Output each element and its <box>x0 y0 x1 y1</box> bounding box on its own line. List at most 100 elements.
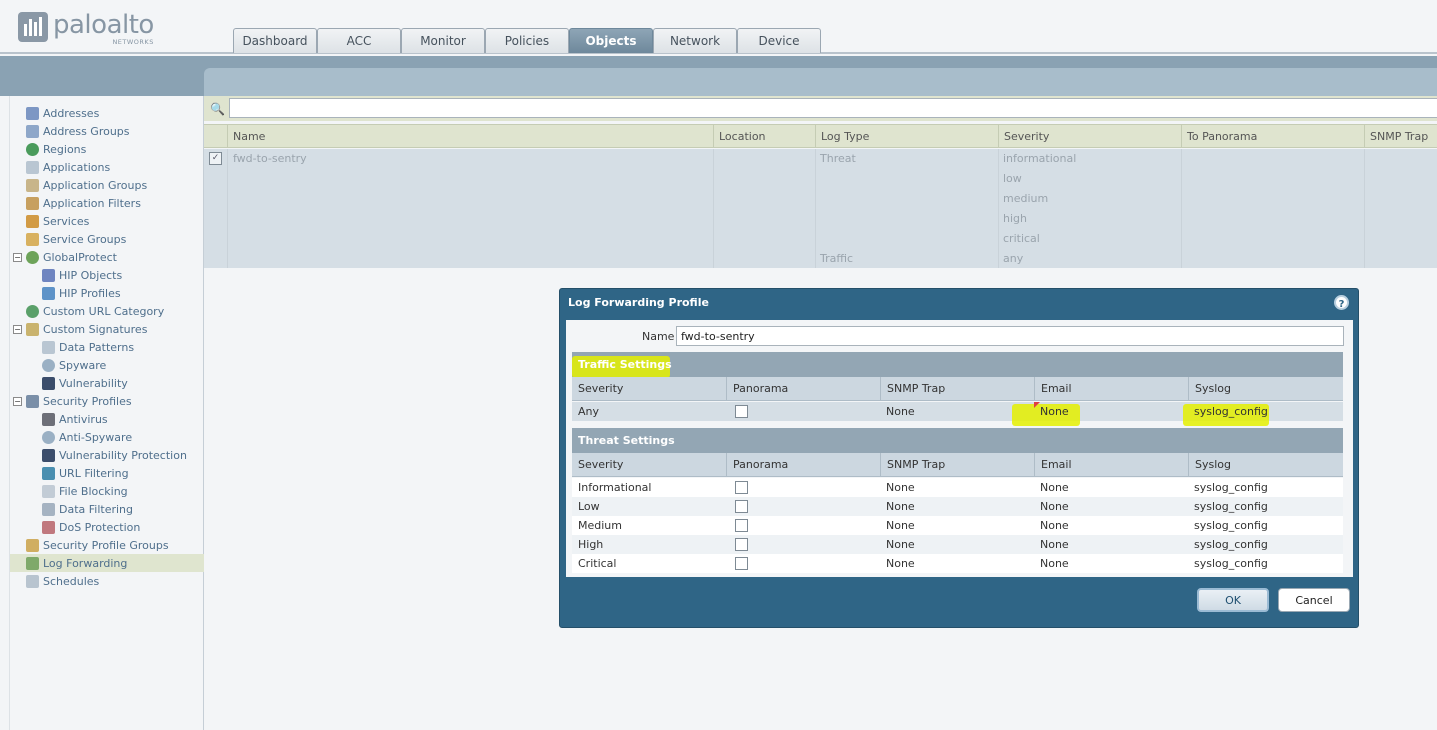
tree-item-url-filtering[interactable]: URL Filtering <box>42 464 129 482</box>
tree-item-dos-protection[interactable]: DoS Protection <box>42 518 140 536</box>
traffic-settings-header: Traffic Settings <box>572 352 1343 378</box>
tree-item-vulnerability[interactable]: Vulnerability <box>42 374 128 392</box>
signature-icon <box>26 322 39 336</box>
name-label: Name <box>642 330 675 343</box>
severity-any: any <box>1003 252 1024 265</box>
tree-item-data-patterns[interactable]: Data Patterns <box>42 338 134 356</box>
threat-row[interactable]: Low None None syslog_config <box>572 497 1343 516</box>
ok-button[interactable]: OK <box>1197 588 1269 612</box>
tree-item-antivirus[interactable]: Antivirus <box>42 410 108 428</box>
traffic-syslog-value[interactable]: syslog_config <box>1188 402 1268 421</box>
address-group-icon <box>26 124 39 138</box>
tree-item-vulnerability-protection[interactable]: Vulnerability Protection <box>42 446 187 464</box>
col-severity[interactable]: Severity <box>998 125 1181 148</box>
tab-acc[interactable]: ACC <box>317 28 401 53</box>
tree-item-application-groups[interactable]: Application Groups <box>26 176 147 194</box>
tab-network[interactable]: Network <box>653 28 737 53</box>
panorama-checkbox[interactable] <box>735 500 748 513</box>
url-category-icon <box>26 304 39 318</box>
tree-item-application-filters[interactable]: Application Filters <box>26 194 141 212</box>
tree-item-security-profile-groups[interactable]: Security Profile Groups <box>26 536 169 554</box>
collapse-toggle-security-profiles[interactable]: − <box>13 397 22 406</box>
tree-item-file-blocking[interactable]: File Blocking <box>42 482 128 500</box>
threat-row[interactable]: High None None syslog_config <box>572 535 1343 554</box>
tab-objects[interactable]: Objects <box>569 28 653 53</box>
tab-policies[interactable]: Policies <box>485 28 569 53</box>
tree-item-applications[interactable]: Applications <box>26 158 110 176</box>
header: paloalto NETWORKS Dashboard ACC Monitor … <box>0 0 1437 54</box>
panorama-checkbox[interactable] <box>735 481 748 494</box>
tab-dashboard[interactable]: Dashboard <box>233 28 317 53</box>
cancel-button[interactable]: Cancel <box>1278 588 1350 612</box>
log-type-traffic: Traffic <box>820 252 854 265</box>
tree-item-spyware[interactable]: Spyware <box>42 356 106 374</box>
threat-columns: Severity Panorama SNMP Trap Email Syslog <box>572 453 1343 477</box>
threat-row[interactable]: Informational None None syslog_config <box>572 478 1343 497</box>
service-group-icon <box>26 232 39 246</box>
collapse-toggle-custom-signatures[interactable]: − <box>13 325 22 334</box>
spyware-icon <box>42 358 55 372</box>
tree-item-custom-url-category[interactable]: Custom URL Category <box>26 302 164 320</box>
collapse-toggle-globalprotect[interactable]: − <box>13 253 22 262</box>
tree-item-regions[interactable]: Regions <box>26 140 86 158</box>
col-log-type[interactable]: Log Type <box>815 125 999 148</box>
content-header-band <box>204 68 1437 96</box>
log-type-threat: Threat <box>820 152 856 165</box>
hip-profile-icon <box>42 286 55 300</box>
dos-icon <box>42 520 55 534</box>
file-icon <box>42 484 55 498</box>
traffic-email-value[interactable]: None <box>1034 402 1069 421</box>
shield-icon <box>42 376 55 390</box>
severity-critical: critical <box>1003 232 1040 245</box>
globalprotect-icon <box>26 250 39 264</box>
paloalto-logo: paloalto NETWORKS <box>18 12 154 45</box>
dialog-body: Name Traffic Settings Severity Panorama … <box>566 320 1353 577</box>
help-icon[interactable]: ? <box>1334 295 1349 310</box>
col-snmp-trap[interactable]: SNMP Trap <box>1364 125 1437 148</box>
tree-item-anti-spyware[interactable]: Anti-Spyware <box>42 428 132 446</box>
name-field[interactable] <box>676 326 1344 346</box>
severity-informational: informational <box>1003 152 1077 165</box>
panorama-checkbox[interactable] <box>735 538 748 551</box>
tree-item-address-groups[interactable]: Address Groups <box>26 122 130 140</box>
col-location[interactable]: Location <box>713 125 815 148</box>
logo-mark-icon <box>18 12 48 42</box>
panorama-checkbox[interactable] <box>735 405 748 418</box>
tab-monitor[interactable]: Monitor <box>401 28 485 53</box>
tree-item-custom-signatures[interactable]: Custom Signatures <box>26 320 147 338</box>
tree-item-security-profiles[interactable]: Security Profiles <box>26 392 132 410</box>
col-to-panorama[interactable]: To Panorama <box>1181 125 1364 148</box>
application-icon <box>26 160 39 174</box>
profile-name-link[interactable]: fwd-to-sentry <box>228 149 307 169</box>
tree-item-hip-profiles[interactable]: HIP Profiles <box>42 284 121 302</box>
threat-row[interactable]: Critical None None syslog_config <box>572 554 1343 573</box>
tree-item-services[interactable]: Services <box>26 212 89 230</box>
security-profile-icon <box>26 394 39 408</box>
profile-group-icon <box>26 538 39 552</box>
tree-item-hip-objects[interactable]: HIP Objects <box>42 266 122 284</box>
tree-item-globalprotect[interactable]: GlobalProtect <box>26 248 117 266</box>
severity-low: low <box>1003 172 1022 185</box>
grid-body: ✓ fwd-to-sentry Threat Traffic informati… <box>204 149 1437 268</box>
row-select-checkbox[interactable]: ✓ <box>209 152 222 165</box>
calendar-icon <box>26 574 39 588</box>
traffic-row[interactable]: Any None None syslog_config <box>572 402 1343 426</box>
tab-device[interactable]: Device <box>737 28 821 53</box>
threat-row[interactable]: Medium None None syslog_config <box>572 516 1343 535</box>
shield-icon <box>42 448 55 462</box>
address-icon <box>26 106 39 120</box>
antivirus-icon <box>42 412 55 426</box>
log-forwarding-icon <box>26 556 39 570</box>
tree-item-data-filtering[interactable]: Data Filtering <box>42 500 133 518</box>
data-filter-icon <box>42 502 55 516</box>
col-name[interactable]: Name <box>227 125 714 148</box>
panorama-checkbox[interactable] <box>735 557 748 570</box>
panorama-checkbox[interactable] <box>735 519 748 532</box>
filter-input[interactable] <box>229 98 1437 118</box>
tree-item-log-forwarding[interactable]: Log Forwarding <box>10 554 204 572</box>
tree-item-service-groups[interactable]: Service Groups <box>26 230 126 248</box>
main-tabs: Dashboard ACC Monitor Policies Objects N… <box>233 28 821 53</box>
filter-bar: 🔍 <box>204 96 1437 121</box>
tree-item-addresses[interactable]: Addresses <box>26 104 99 122</box>
tree-item-schedules[interactable]: Schedules <box>26 572 99 590</box>
